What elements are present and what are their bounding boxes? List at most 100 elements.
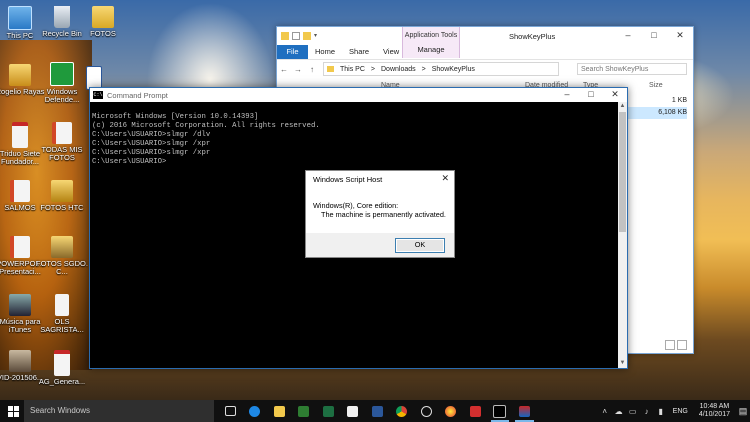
document-icon: [55, 294, 69, 316]
cmd-title: Command Prompt: [107, 90, 168, 100]
quick-access-toolbar: ▾: [277, 32, 322, 40]
breadcrumb-downloads[interactable]: Downloads: [378, 66, 419, 73]
notification-icon[interactable]: ▤: [736, 400, 750, 422]
edge-icon[interactable]: [243, 400, 268, 422]
details-view-icon[interactable]: [665, 340, 675, 350]
close-button[interactable]: ✕: [667, 27, 693, 45]
explorer-titlebar[interactable]: ▾ Application Tools Manage ShowKeyPlus –…: [277, 27, 693, 58]
dropdown-icon[interactable]: ▾: [314, 32, 322, 40]
video-icon: [9, 350, 31, 372]
pdf-document-icon: [12, 122, 28, 148]
folder-icon: [9, 294, 31, 316]
breadcrumb-this-pc[interactable]: This PC: [337, 66, 368, 73]
folder-icon: [51, 236, 73, 258]
chrome-icon[interactable]: [390, 400, 415, 422]
folder-icon: [51, 180, 73, 202]
acrobat-icon[interactable]: [463, 400, 488, 422]
folder-icon: [92, 6, 114, 28]
up-arrow-icon[interactable]: ↑: [305, 65, 319, 74]
back-arrow-icon[interactable]: ←: [277, 65, 291, 74]
tab-share[interactable]: Share: [342, 45, 376, 59]
minimize-button[interactable]: –: [615, 27, 641, 45]
console-line: (c) 2016 Microsoft Corporation. All righ…: [92, 122, 320, 130]
desktop-icon-ag-genera[interactable]: AG_Genera...: [36, 350, 88, 386]
desktop-icon-windows-defender[interactable]: Windows Defende...: [36, 62, 88, 104]
showkeyplus-taskbar-icon[interactable]: [512, 400, 537, 422]
console-line: C:\Users\USUARIO>slmgr /xpr: [92, 149, 211, 157]
desktop-icon-todas-mis-fotos[interactable]: TODAS MIS FOTOS: [36, 122, 88, 162]
maximize-button[interactable]: □: [579, 88, 603, 102]
onedrive-icon[interactable]: ☁: [612, 407, 626, 416]
forward-arrow-icon[interactable]: →: [291, 65, 305, 74]
recycle-bin-icon: [54, 6, 70, 28]
file-list: 1 KB 6,108 KB: [627, 95, 687, 119]
user-folder-icon: [9, 64, 31, 86]
folder-icon: [327, 66, 334, 72]
properties-icon[interactable]: [292, 32, 300, 40]
desktop-icon-ols-sagrista[interactable]: OLS SAGRISTA...: [36, 294, 88, 334]
window-controls: – □ ✕: [615, 27, 693, 45]
task-view-icon[interactable]: [218, 400, 243, 422]
breadcrumb-showkeyplus[interactable]: ShowKeyPlus: [429, 66, 478, 73]
file-explorer-icon[interactable]: [267, 400, 292, 422]
language-indicator[interactable]: ENG: [673, 408, 688, 415]
folder-icon[interactable]: [281, 32, 289, 40]
volume-icon[interactable]: ♪: [640, 407, 654, 416]
minimize-button[interactable]: –: [555, 88, 579, 102]
battery-icon[interactable]: ▮: [654, 407, 668, 416]
windows-script-host-dialog[interactable]: Windows Script Host ✕ Windows(R), Core e…: [305, 170, 455, 258]
store-icon[interactable]: [292, 400, 317, 422]
new-folder-icon[interactable]: [303, 32, 311, 40]
shield-icon: [50, 62, 74, 86]
console-line: C:\Users\USUARIO>: [92, 158, 167, 166]
pdf-document-icon: [54, 350, 70, 376]
breadcrumb-separator: >: [421, 65, 426, 73]
start-windows-icon[interactable]: [8, 406, 19, 417]
large-icons-view-icon[interactable]: [677, 340, 687, 350]
window-title: ShowKeyPlus: [509, 32, 556, 41]
console-line: Microsoft Windows [Version 10.0.14393]: [92, 113, 259, 121]
chevron-up-icon[interactable]: ˄: [598, 407, 612, 416]
tab-file[interactable]: File: [277, 45, 308, 59]
desktop-icon-fotos-htc[interactable]: FOTOS HTC: [36, 180, 88, 212]
clock-time: 10:48 AM: [699, 403, 730, 410]
close-button[interactable]: ✕: [603, 88, 627, 102]
taskbar-search-input[interactable]: Search Windows: [24, 400, 214, 422]
word-icon[interactable]: [365, 400, 390, 422]
search-input[interactable]: Search ShowKeyPlus: [577, 63, 687, 75]
view-toggles: [665, 340, 687, 350]
maximize-button[interactable]: □: [641, 27, 667, 45]
taskbar: Search Windows ˄ ☁ ▭ ♪ ▮ ENG 10:48 AM 4/…: [0, 400, 750, 422]
desktop-icon-fotos-sgdo[interactable]: FOTOS SGDO. C...: [36, 236, 88, 276]
tab-home[interactable]: Home: [308, 45, 342, 59]
scrollbar-thumb[interactable]: [619, 112, 626, 232]
excel-icon[interactable]: [316, 400, 341, 422]
taskbar-apps: [218, 400, 537, 422]
command-prompt-taskbar-icon[interactable]: [488, 400, 513, 422]
ribbon-tabs: File Home Share View: [277, 45, 693, 60]
powerpoint-document-icon: [10, 180, 30, 202]
column-size[interactable]: Size: [649, 82, 663, 89]
command-prompt-icon: C:\: [93, 91, 103, 99]
tab-view[interactable]: View: [376, 45, 406, 59]
list-item[interactable]: 1 KB: [627, 95, 687, 107]
cmd-titlebar[interactable]: C:\ Command Prompt – □ ✕: [90, 88, 627, 102]
network-icon[interactable]: ▭: [626, 407, 640, 416]
console-line: C:\Users\USUARIO>slmgr /xpr: [92, 140, 211, 148]
breadcrumb-separator: >: [370, 65, 375, 73]
desktop-icon-fotos[interactable]: FOTOS: [77, 6, 129, 38]
dialog-message-line1: Windows(R), Core edition:: [313, 201, 399, 210]
clock[interactable]: 10:48 AM 4/10/2017: [699, 403, 730, 419]
list-item-selected[interactable]: 6,108 KB: [627, 107, 687, 119]
photos-icon[interactable]: [439, 400, 464, 422]
close-icon[interactable]: ✕: [441, 173, 449, 184]
clock-date: 4/10/2017: [698, 411, 730, 418]
media-player-icon[interactable]: [414, 400, 439, 422]
computer-icon: [8, 6, 32, 30]
address-bar[interactable]: This PC > Downloads > ShowKeyPlus: [323, 62, 559, 76]
vertical-scrollbar[interactable]: ▲ ▼: [618, 102, 627, 368]
scroll-up-icon[interactable]: ▲: [618, 102, 627, 111]
ok-button[interactable]: OK: [395, 238, 445, 253]
windows-store-bag-icon[interactable]: [341, 400, 366, 422]
scroll-down-icon[interactable]: ▼: [618, 359, 627, 368]
